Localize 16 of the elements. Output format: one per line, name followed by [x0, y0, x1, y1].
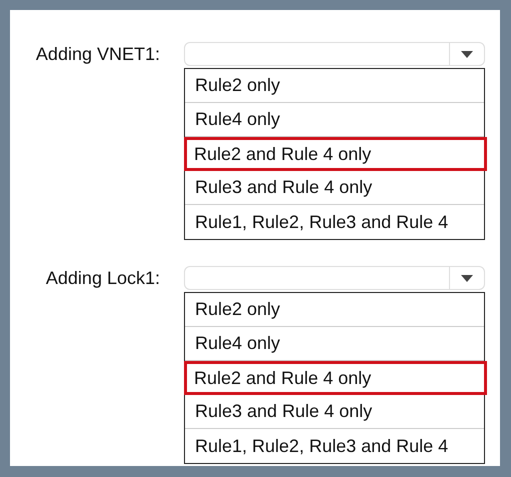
dropdown-option[interactable]: Rule4 only [185, 327, 484, 361]
caret-icon [461, 274, 473, 282]
dropdown-label: Adding VNET1: [34, 44, 160, 64]
dropdown-option[interactable]: Rule2 only [185, 293, 484, 327]
dropdown-option[interactable]: Rule3 and Rule 4 only [185, 171, 484, 205]
dropdown-select[interactable] [184, 42, 485, 66]
dropdown-option[interactable]: Rule2 and Rule 4 only [184, 361, 487, 395]
dropdown-option[interactable]: Rule2 only [185, 69, 484, 103]
dropdown-option[interactable]: Rule2 and Rule 4 only [184, 137, 487, 171]
dropdown-option[interactable]: Rule4 only [185, 103, 484, 137]
dropdown-option[interactable]: Rule1, Rule2, Rule3 and Rule 4 [185, 429, 484, 463]
dropdown-select[interactable] [184, 266, 485, 290]
dropdown-label: Adding Lock1: [44, 268, 160, 288]
dropdown-option[interactable]: Rule3 and Rule 4 only [185, 395, 484, 429]
dropdown-option[interactable]: Rule1, Rule2, Rule3 and Rule 4 [185, 205, 484, 239]
caret-icon [461, 50, 473, 58]
